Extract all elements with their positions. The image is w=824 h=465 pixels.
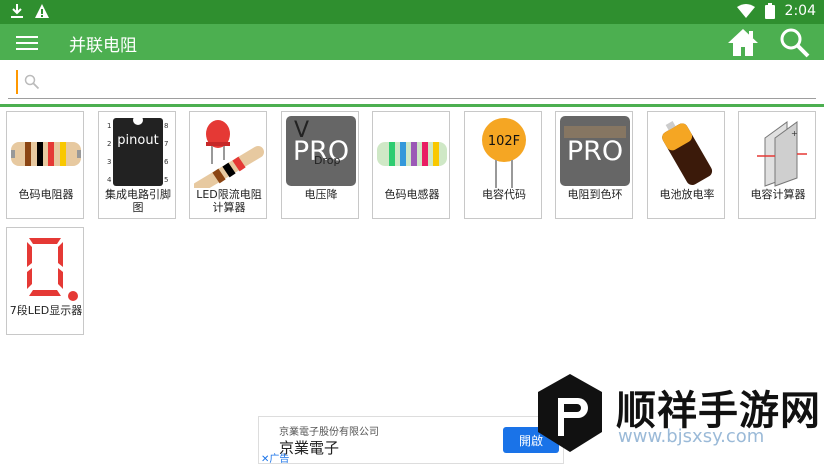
download-icon <box>11 4 23 18</box>
ad-banner[interactable]: 京業電子股份有限公司 京業電子 開啟 ✕广告 <box>258 416 564 465</box>
pro-small-text: V <box>294 118 310 143</box>
watermark: 顺祥手游网 www.bjsxsy.com <box>530 372 824 464</box>
pin-label: 3 <box>107 158 111 166</box>
tile-color-code-resistor[interactable]: 色码电阻器 <box>6 111 84 219</box>
hamburger-icon <box>16 36 38 38</box>
pin-label: 2 <box>107 140 111 148</box>
pin-label: 7 <box>164 140 168 148</box>
pro-badge: PRO <box>560 116 630 186</box>
capacitor-calculator-icon: + <box>757 121 807 187</box>
search-icon <box>780 28 810 58</box>
tile-label: LED限流电阻计算器 <box>196 188 262 214</box>
wifi-icon <box>736 4 755 18</box>
tile-label: 电阻到色环 <box>567 188 623 201</box>
tile-label: 集成电路引脚图 <box>105 188 171 214</box>
tile-led-resistor-calculator[interactable]: LED限流电阻计算器 <box>189 111 267 219</box>
pin-label: 8 <box>164 122 168 130</box>
seven-segment-icon <box>25 236 78 301</box>
tile-seven-segment-led[interactable]: 7段LED显示器 <box>6 227 84 335</box>
warning-icon <box>35 4 49 18</box>
battery-icon <box>764 3 775 19</box>
hamburger-line <box>16 48 38 50</box>
pin-label: 4 <box>107 176 112 184</box>
tile-capacitor-calculator[interactable]: + 电容计算器 <box>738 111 816 219</box>
tile-battery-discharge[interactable]: 电池放电率 <box>647 111 725 219</box>
pro-small-text: Drop <box>314 154 341 167</box>
search-bar <box>8 66 816 99</box>
tile-capacitor-code[interactable]: 102F 电容代码 <box>464 111 542 219</box>
home-icon <box>728 29 758 56</box>
tile-label: 色码电感器 <box>384 188 440 201</box>
capacitor-code-icon: 102F <box>482 118 526 188</box>
tile-ic-pinout[interactable]: 1 2 3 4 8 7 6 5 pinout 集成电路引脚图 <box>98 111 176 219</box>
inductor-color-icon <box>377 142 447 166</box>
tile-label: 电压降 <box>304 188 338 201</box>
resistor-color-icon <box>11 142 81 166</box>
search-input[interactable] <box>48 70 812 96</box>
tile-label: 色码电阻器 <box>18 188 74 201</box>
tile-color-code-inductor[interactable]: 色码电感器 <box>372 111 450 219</box>
status-bar: 2:04 <box>0 0 824 24</box>
tile-label: 电容代码 <box>482 188 526 201</box>
tile-label: 电容计算器 <box>750 188 806 201</box>
ic-pinout-icon: 1 2 3 4 8 7 6 5 pinout <box>107 116 169 186</box>
menu-button[interactable] <box>16 32 38 52</box>
watermark-url: www.bjsxsy.com <box>618 426 765 447</box>
tile-voltage-drop[interactable]: V Drop PRO 电压降 <box>281 111 359 219</box>
pro-text: PRO <box>566 135 624 167</box>
status-time: 2:04 <box>784 3 816 19</box>
tile-resistor-to-color[interactable]: PRO 电阻到色环 <box>555 111 633 219</box>
ad-company: 京業電子股份有限公司 <box>279 427 379 438</box>
plus-mark: + <box>791 129 798 138</box>
hamburger-line <box>16 42 38 44</box>
ad-tag-label: 广告 <box>269 454 290 465</box>
green-divider <box>0 104 824 107</box>
watermark-logo-icon <box>538 374 602 452</box>
search-button[interactable] <box>778 26 812 58</box>
led-resistor-icon <box>194 120 264 188</box>
pro-badge: V Drop PRO <box>286 116 356 186</box>
app-bar: 并联电阻 <box>0 24 824 60</box>
text-cursor <box>16 70 18 94</box>
tile-label: 7段LED显示器 <box>9 304 83 317</box>
pin-label: 1 <box>107 122 111 130</box>
tile-label: 电池放电率 <box>659 188 715 201</box>
magnifier-icon <box>24 74 40 90</box>
battery-discharge-icon <box>662 121 713 186</box>
voltage-drop-pro-icon: V Drop PRO <box>286 116 356 188</box>
resistor-to-color-pro-icon: PRO <box>560 116 630 188</box>
pin-label: 6 <box>164 158 169 166</box>
ad-tag[interactable]: ✕广告 <box>261 450 289 465</box>
pinout-text: pinout <box>117 133 158 148</box>
capacitor-code-text: 102F <box>488 134 520 149</box>
page-title: 并联电阻 <box>69 36 137 56</box>
pin-label: 5 <box>164 176 168 184</box>
home-button[interactable] <box>726 26 760 58</box>
